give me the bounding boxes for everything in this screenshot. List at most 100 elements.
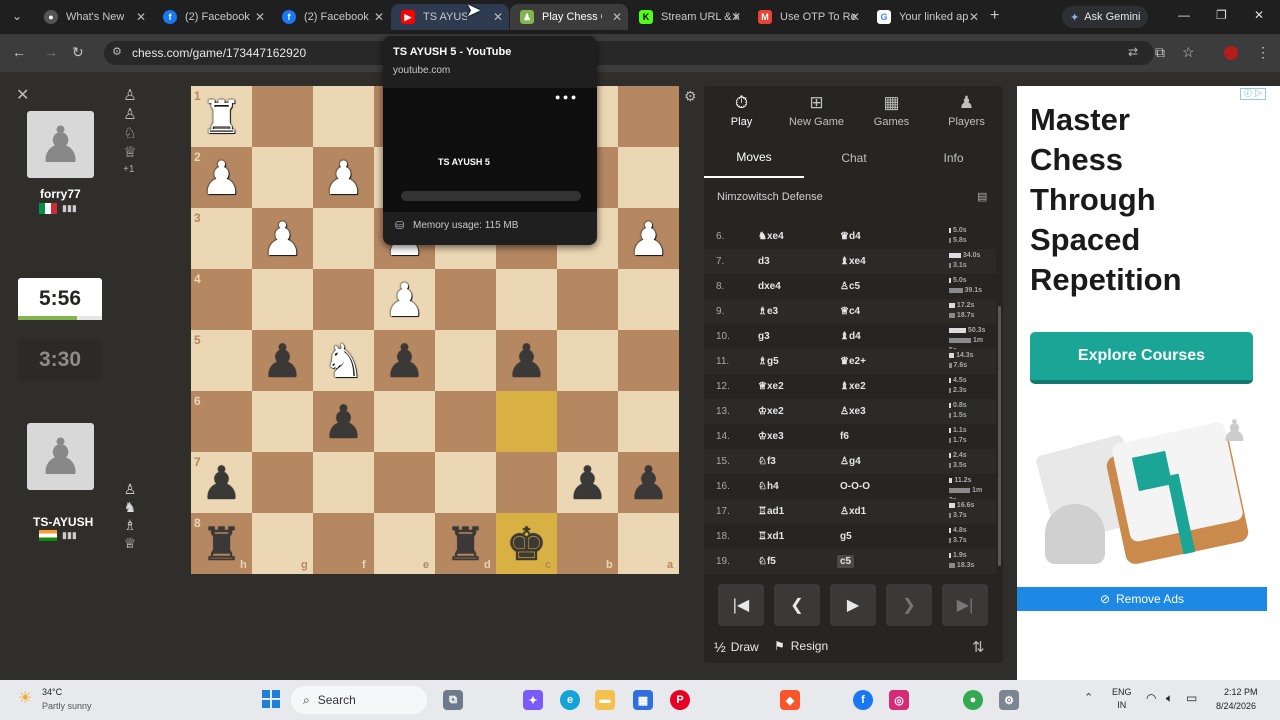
file-explorer-icon[interactable]: ▬ bbox=[595, 690, 615, 710]
explore-courses-button[interactable]: Explore Courses bbox=[1030, 332, 1253, 384]
white-pawn-piece[interactable]: ♟ bbox=[618, 208, 679, 269]
board-square[interactable] bbox=[618, 147, 679, 208]
black-move[interactable]: f6 bbox=[840, 431, 849, 442]
black-pawn-piece[interactable]: ♟ bbox=[252, 330, 313, 391]
close-icon[interactable]: ✕ bbox=[493, 10, 503, 24]
last-move-button[interactable]: ▶| bbox=[942, 584, 988, 626]
black-move[interactable]: g5 bbox=[840, 531, 852, 542]
board-square[interactable] bbox=[252, 86, 313, 147]
white-rook-piece[interactable]: ♜ bbox=[191, 86, 252, 147]
black-move[interactable]: ♙xe3 bbox=[840, 406, 866, 417]
board-square[interactable] bbox=[313, 86, 374, 147]
board-square[interactable] bbox=[557, 391, 618, 452]
board-square[interactable] bbox=[252, 147, 313, 208]
translate-icon[interactable]: ⇄ bbox=[1128, 45, 1138, 59]
wifi-icon[interactable]: ◠ bbox=[1146, 691, 1156, 705]
close-icon[interactable]: ✕ bbox=[374, 10, 384, 24]
black-move[interactable]: ♝xe4 bbox=[840, 256, 866, 267]
board-square[interactable] bbox=[252, 391, 313, 452]
copilot-icon[interactable]: ✦ bbox=[523, 690, 543, 710]
pinterest-icon[interactable]: P bbox=[670, 690, 690, 710]
start-icon[interactable] bbox=[262, 690, 280, 708]
board-square[interactable] bbox=[435, 269, 496, 330]
cast-icon[interactable]: ⧉ bbox=[1155, 44, 1165, 61]
minimize-button[interactable]: — bbox=[1178, 8, 1190, 22]
forward-icon[interactable]: → bbox=[44, 44, 58, 60]
brave-icon[interactable]: ◆ bbox=[780, 690, 800, 710]
new-tab-button[interactable]: + bbox=[990, 7, 999, 25]
first-move-button[interactable]: |◀ bbox=[718, 584, 764, 626]
move-row[interactable]: 11. ♗g5 ♛e2+ 14.3s 7.6s bbox=[704, 349, 996, 374]
board-square[interactable] bbox=[618, 391, 679, 452]
resign-button[interactable]: ⚑ Resign bbox=[774, 639, 828, 653]
black-pawn-piece[interactable]: ♟ bbox=[496, 330, 557, 391]
board-settings-icon[interactable]: ⚙ bbox=[684, 88, 697, 105]
nav-play[interactable]: ⏱ Play bbox=[704, 86, 779, 134]
white-move[interactable]: ♕xe2 bbox=[758, 381, 784, 392]
move-row[interactable]: 13. ♔xe2 ♙xe3 0.8s 1.5s bbox=[704, 399, 996, 424]
black-pawn-piece[interactable]: ♟ bbox=[618, 452, 679, 513]
black-move[interactable]: ♙c5 bbox=[840, 281, 860, 292]
black-move[interactable]: ♝xe2 bbox=[840, 381, 866, 392]
black-pawn-piece[interactable]: ♟ bbox=[313, 391, 374, 452]
clock-time[interactable]: 2:12 PM bbox=[1224, 687, 1258, 697]
store-icon[interactable]: ▦ bbox=[633, 690, 653, 710]
board-square[interactable] bbox=[618, 269, 679, 330]
black-move[interactable]: ♛d4 bbox=[840, 231, 861, 242]
black-pawn-piece[interactable]: ♟ bbox=[191, 452, 252, 513]
close-icon[interactable]: ✕ bbox=[16, 85, 29, 105]
weather-icon[interactable]: ☀ bbox=[18, 688, 32, 708]
remove-ads-button[interactable]: ⊘ Remove Ads bbox=[1017, 587, 1267, 611]
black-move[interactable]: ♙xd1 bbox=[840, 506, 866, 517]
next-move-button[interactable]: ❯ bbox=[886, 584, 932, 626]
reload-icon[interactable]: ↻ bbox=[72, 44, 84, 61]
flip-board-icon[interactable]: ⇅ bbox=[972, 638, 985, 656]
black-move[interactable]: ♛e2+ bbox=[840, 356, 866, 367]
move-row[interactable]: 16.♘h4O-O-O11.2s1m 3s bbox=[704, 474, 996, 504]
profile-avatar[interactable] bbox=[1224, 46, 1238, 60]
board-square[interactable] bbox=[252, 269, 313, 330]
volume-icon[interactable]: 🔈︎ bbox=[1166, 691, 1173, 706]
board-square[interactable] bbox=[374, 391, 435, 452]
board-square[interactable] bbox=[618, 330, 679, 391]
black-pawn-piece[interactable]: ♟ bbox=[374, 330, 435, 391]
board-square[interactable] bbox=[496, 391, 557, 452]
opening-book-icon[interactable]: ▤ bbox=[977, 190, 987, 203]
close-window-button[interactable]: ✕ bbox=[1254, 8, 1264, 22]
white-move[interactable]: ♗g5 bbox=[758, 356, 779, 367]
play-button[interactable]: ▶ bbox=[830, 584, 876, 626]
black-rook-piece[interactable]: ♜ bbox=[435, 513, 496, 574]
white-pawn-piece[interactable]: ♟ bbox=[191, 147, 252, 208]
back-icon[interactable]: ← bbox=[12, 44, 26, 60]
tab-moves[interactable]: Moves bbox=[704, 138, 804, 178]
ad-info-icon[interactable]: ⓘ ▷ bbox=[1240, 88, 1266, 100]
tab-youtube[interactable]: ▶ TS AYUSH 5 ✕ bbox=[391, 4, 509, 30]
tab-gmail[interactable]: M Use OTP To Re ✕ bbox=[748, 4, 866, 30]
board-square[interactable] bbox=[557, 269, 618, 330]
tab-kick[interactable]: K Stream URL & K ✕ bbox=[629, 4, 747, 30]
white-pawn-piece[interactable]: ♟ bbox=[313, 147, 374, 208]
draw-button[interactable]: ½ Draw bbox=[714, 639, 759, 655]
move-row[interactable]: 7. d3 ♝xe4 34.0s 3.1s bbox=[704, 249, 996, 274]
language-indicator[interactable]: ENG IN bbox=[1112, 686, 1132, 712]
nav-games[interactable]: ▦ Games bbox=[854, 86, 929, 134]
move-list[interactable]: 6. ♞xe4 ♛d4 5.0s 5.8s 7. d3 ♝xe4 34.0s 3.1s 8. dxe4… bbox=[704, 216, 1003, 576]
maximize-button[interactable]: ❐ bbox=[1216, 8, 1227, 22]
nav-players[interactable]: ♟ Players bbox=[929, 86, 1004, 134]
nav-new-game[interactable]: ⊞ New Game bbox=[779, 86, 854, 134]
edge-icon[interactable]: e bbox=[560, 690, 580, 710]
move-row[interactable]: 14. ♔xe3 f6 1.1s 1.7s bbox=[704, 424, 996, 449]
board-square[interactable] bbox=[435, 330, 496, 391]
black-move[interactable]: ♕c4 bbox=[840, 306, 860, 317]
player-name-top[interactable]: forry77 bbox=[40, 187, 81, 201]
move-row[interactable]: 15. ♘f3 ♙g4 2.4s 3.5s bbox=[704, 449, 996, 474]
tab-facebook-1[interactable]: f (2) Facebook ✕ bbox=[153, 4, 271, 30]
board-square[interactable] bbox=[496, 269, 557, 330]
white-knight-piece[interactable]: ♞ bbox=[313, 330, 374, 391]
white-move[interactable]: ♖ad1 bbox=[758, 506, 784, 517]
board-square[interactable] bbox=[374, 452, 435, 513]
clock-date[interactable]: 8/24/2026 bbox=[1216, 701, 1256, 711]
white-pawn-piece[interactable]: ♟ bbox=[252, 208, 313, 269]
address-bar[interactable]: ⚙ chess.com/game/173447162920 ⇄ bbox=[104, 41, 1154, 65]
move-row[interactable]: 8. dxe4 ♙c5 5.0s 39.1s bbox=[704, 274, 996, 299]
